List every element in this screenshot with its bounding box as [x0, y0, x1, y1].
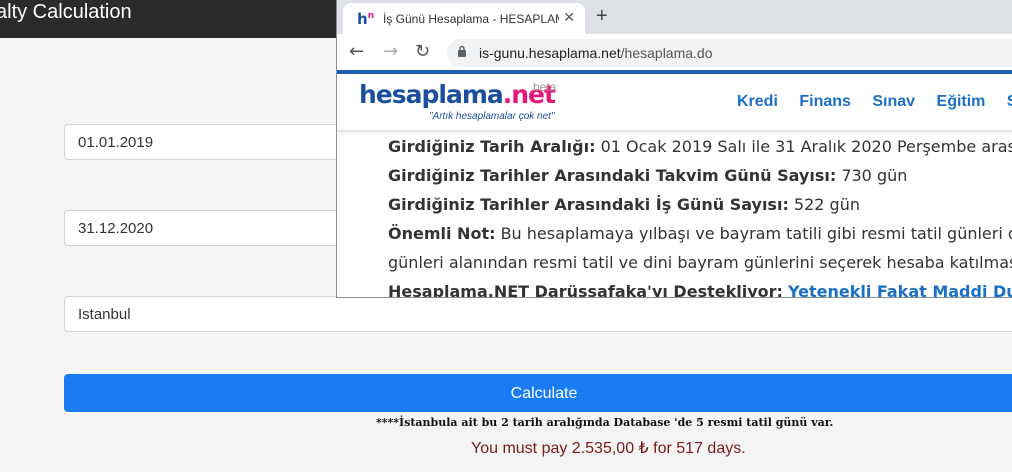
new-tab-icon[interactable]: + [596, 5, 608, 28]
result-line-calendar-days: Girdiğiniz Tarihler Arasındaki Takvim Gü… [388, 166, 908, 185]
result-content: Girdiğiniz Tarih Aralığı: 01 Ocak 2019 S… [388, 136, 1012, 297]
close-icon[interactable]: ✕ [563, 9, 575, 26]
tab-title: İş Günü Hesaplama - HESAPLAMA [383, 12, 559, 26]
site-favicon-icon: hn [357, 10, 375, 28]
browser-toolbar: ← → ↻ is-gunu.hesaplama.net/hesaplama.do [337, 34, 1012, 70]
site-logo[interactable]: hesaplama.net [359, 80, 556, 109]
forward-icon[interactable]: → [383, 41, 398, 62]
result-line-note: Önemli Not: Bu hesaplamaya yılbaşı ve ba… [388, 224, 1012, 243]
lock-icon [457, 45, 467, 61]
result-line-date-range: Girdiğiniz Tarih Aralığı: 01 Ocak 2019 S… [388, 137, 1012, 156]
calculate-button[interactable]: Calculate [64, 374, 1012, 412]
nav-item-egitim[interactable]: Eğitim [937, 93, 986, 110]
result-line-support: Hesaplama.NET Darüşşafaka'yı Destekliyor… [388, 281, 1012, 297]
logo-main: hesaplama [359, 80, 504, 109]
reload-icon[interactable]: ↻ [415, 41, 430, 62]
nav-item-more[interactable]: S [1007, 93, 1012, 110]
back-icon[interactable]: ← [349, 41, 364, 62]
nav-item-finans[interactable]: Finans [799, 93, 851, 110]
url-text: is-gunu.hesaplama.net/hesaplama.do [479, 45, 713, 61]
tab-strip: hn İş Günü Hesaplama - HESAPLAMA ✕ + [337, 0, 1012, 34]
logo-beta: beta [533, 80, 557, 94]
nav-item-sinav[interactable]: Sınav [872, 93, 915, 110]
site-nav: Kredi Finans Sınav Eğitim S [737, 93, 1012, 111]
site-header: hesaplama.net beta "Artık hesaplamalar ç… [337, 74, 1012, 130]
database-note: ****İstanbula ait bu 2 tarih aralığında … [376, 416, 834, 429]
url-path: /hesaplama.do [620, 45, 713, 61]
browser-window: hn İş Günü Hesaplama - HESAPLAMA ✕ + ← →… [336, 0, 1012, 298]
browser-tab[interactable]: hn İş Günü Hesaplama - HESAPLAMA ✕ [343, 3, 585, 34]
city-select[interactable]: Istanbul [64, 296, 1012, 332]
url-host: is-gunu.hesaplama.net [479, 45, 621, 61]
app-title: alty Calculation [0, 1, 132, 23]
support-link[interactable]: Yetenekli Fakat Maddi Durumu [788, 282, 1012, 297]
result-line-work-days: Girdiğiniz Tarihler Arasındaki İş Günü S… [388, 195, 860, 214]
address-bar[interactable]: is-gunu.hesaplama.net/hesaplama.do [447, 39, 1012, 67]
logo-slogan: "Artık hesaplamalar çok net" [429, 111, 555, 122]
nav-item-kredi[interactable]: Kredi [737, 93, 778, 110]
result-text: You must pay 2.535,00 ₺ for 517 days. [471, 440, 746, 457]
result-line-note-cont: günleri alanından resmi tatil ve dini ba… [388, 253, 1012, 272]
